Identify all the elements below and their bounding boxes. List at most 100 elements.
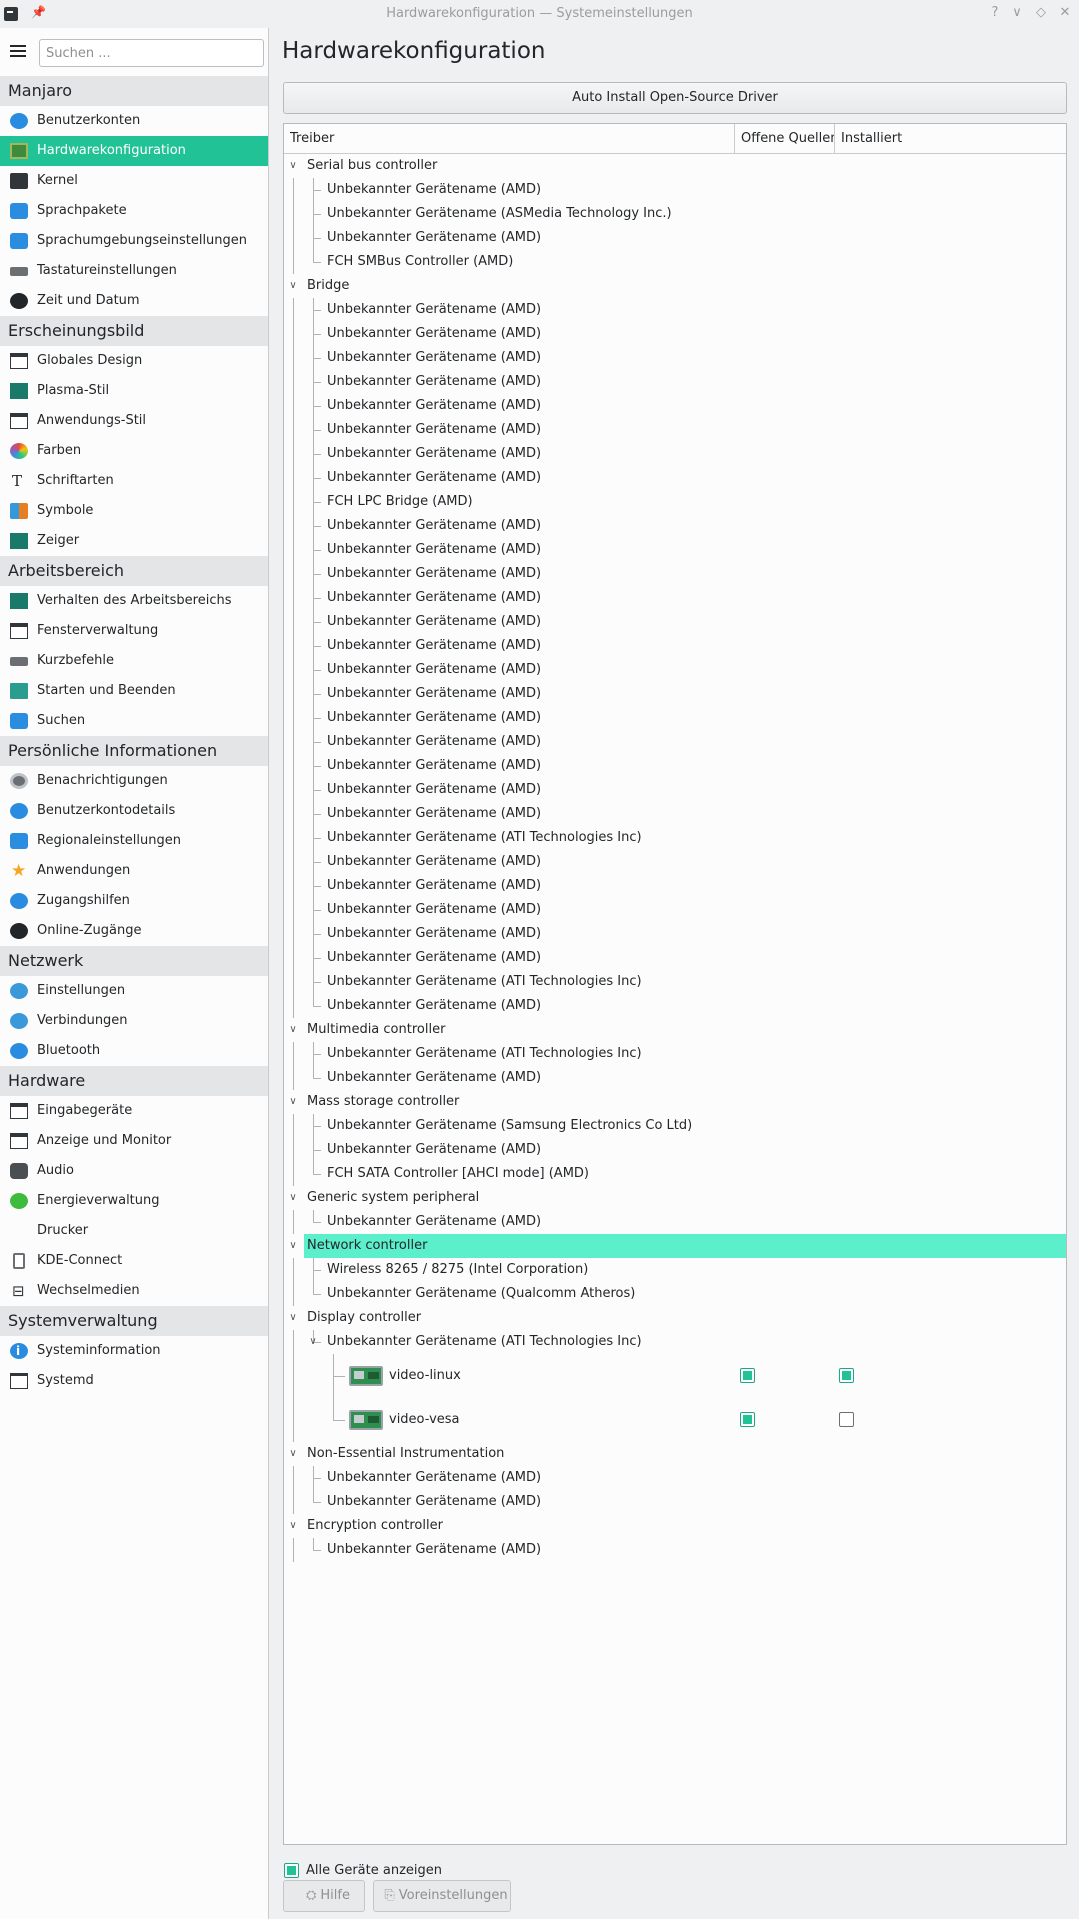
sidebar-item[interactable]: Audio bbox=[0, 1156, 268, 1186]
tree-device-row[interactable]: Unbekannter Gerätename (AMD) bbox=[284, 394, 1066, 418]
sidebar-item[interactable]: Verhalten des Arbeitsbereichs bbox=[0, 586, 268, 616]
tree-device-row[interactable]: Unbekannter Gerätename (AMD) bbox=[284, 634, 1066, 658]
tree-device-row[interactable]: Unbekannter Gerätename (AMD) bbox=[284, 1538, 1066, 1562]
expand-chevron-icon[interactable]: ∨ bbox=[287, 1018, 299, 1042]
sidebar-item[interactable]: Plasma-Stil bbox=[0, 376, 268, 406]
tree-device-row[interactable]: Unbekannter Gerätename (AMD) bbox=[284, 850, 1066, 874]
sidebar-item[interactable]: Suchen bbox=[0, 706, 268, 736]
tree-device-row[interactable]: FCH SMBus Controller (AMD) bbox=[284, 250, 1066, 274]
sidebar-item[interactable]: Zeit und Datum bbox=[0, 286, 268, 316]
tree-category-row[interactable]: ∨ Bridge bbox=[284, 274, 1066, 298]
sidebar-item[interactable]: Zugangshilfen bbox=[0, 886, 268, 916]
sidebar-item[interactable]: Anzeige und Monitor bbox=[0, 1126, 268, 1156]
sidebar-item[interactable]: Symbole bbox=[0, 496, 268, 526]
tree-category-row[interactable]: ∨ Multimedia controller bbox=[284, 1018, 1066, 1042]
tree-category-row[interactable]: ∨ Display controller bbox=[284, 1306, 1066, 1330]
sidebar-item[interactable]: Fensterverwaltung bbox=[0, 616, 268, 646]
sidebar-item[interactable]: Energieverwaltung bbox=[0, 1186, 268, 1216]
sidebar-item[interactable]: Einstellungen bbox=[0, 976, 268, 1006]
tree-device-row[interactable]: Unbekannter Gerätename (AMD) bbox=[284, 586, 1066, 610]
tree-device-row[interactable]: Unbekannter Gerätename (AMD) bbox=[284, 1490, 1066, 1514]
tree-device-row[interactable]: Unbekannter Gerätename (AMD) bbox=[284, 1066, 1066, 1090]
installed-checkbox[interactable] bbox=[839, 1412, 854, 1427]
tree-device-row[interactable]: Unbekannter Gerätename (AMD) bbox=[284, 538, 1066, 562]
tree-device-row[interactable]: Unbekannter Gerätename (AMD) bbox=[284, 658, 1066, 682]
tree-device-row[interactable]: Unbekannter Gerätename (AMD) bbox=[284, 346, 1066, 370]
tree-device-row[interactable]: Unbekannter Gerätename (ASMedia Technolo… bbox=[284, 202, 1066, 226]
tree-device-row[interactable]: FCH SATA Controller [AHCI mode] (AMD) bbox=[284, 1162, 1066, 1186]
tree-device-row[interactable]: Unbekannter Gerätename (AMD) bbox=[284, 610, 1066, 634]
column-header-installed[interactable]: Installiert bbox=[835, 124, 1066, 153]
tree-device-row[interactable]: Unbekannter Gerätename (AMD) bbox=[284, 1138, 1066, 1162]
installed-checkbox[interactable] bbox=[839, 1368, 854, 1383]
sidebar-item[interactable]: Systeminformation bbox=[0, 1336, 268, 1366]
tree-category-row[interactable]: ∨ Generic system peripheral bbox=[284, 1186, 1066, 1210]
sidebar-item[interactable]: Wechselmedien bbox=[0, 1276, 268, 1306]
tree-device-row[interactable]: Unbekannter Gerätename (Samsung Electron… bbox=[284, 1114, 1066, 1138]
tree-category-row[interactable]: ∨ Network controller bbox=[289, 1234, 1066, 1258]
expand-chevron-icon[interactable]: ∨ bbox=[287, 1186, 299, 1210]
sidebar-item[interactable]: Anwendungs-Stil bbox=[0, 406, 268, 436]
sidebar-item[interactable]: Kurzbefehle bbox=[0, 646, 268, 676]
tree-device-row[interactable]: Unbekannter Gerätename (AMD) bbox=[284, 802, 1066, 826]
tree-device-row[interactable]: Unbekannter Gerätename (AMD) bbox=[284, 706, 1066, 730]
hamburger-menu-icon[interactable] bbox=[10, 45, 26, 57]
tree-device-row[interactable]: Wireless 8265 / 8275 (Intel Corporation) bbox=[284, 1258, 1066, 1282]
column-header-driver[interactable]: Treiber bbox=[284, 124, 735, 153]
sidebar-item[interactable]: KDE-Connect bbox=[0, 1246, 268, 1276]
help-window-button[interactable]: ? bbox=[987, 5, 1003, 21]
tree-device-row[interactable]: Unbekannter Gerätename (AMD) bbox=[284, 1466, 1066, 1490]
sidebar-item[interactable]: Hardwarekonfiguration bbox=[0, 136, 268, 166]
sidebar-item[interactable]: Benutzerkontodetails bbox=[0, 796, 268, 826]
tree-device-row[interactable]: Unbekannter Gerätename (AMD) bbox=[284, 562, 1066, 586]
tree-device-row[interactable]: Unbekannter Gerätename (ATI Technologies… bbox=[284, 826, 1066, 850]
tree-device-row[interactable]: Unbekannter Gerätename (AMD) bbox=[284, 946, 1066, 970]
tree-device-row[interactable]: Unbekannter Gerätename (ATI Technologies… bbox=[284, 970, 1066, 994]
show-all-check[interactable] bbox=[284, 1863, 299, 1878]
tree-device-row[interactable]: Unbekannter Gerätename (AMD) bbox=[284, 778, 1066, 802]
tree-device-row[interactable]: Unbekannter Gerätename (AMD) bbox=[284, 226, 1066, 250]
tree-device-row[interactable]: Unbekannter Gerätename (AMD) bbox=[284, 322, 1066, 346]
tree-device-row[interactable]: Unbekannter Gerätename (AMD) bbox=[284, 730, 1066, 754]
sidebar-item[interactable]: Schriftarten bbox=[0, 466, 268, 496]
tree-category-row[interactable]: ∨ Serial bus controller bbox=[284, 154, 1066, 178]
maximize-button[interactable]: ◇ bbox=[1033, 5, 1049, 21]
sidebar-item[interactable]: Globales Design bbox=[0, 346, 268, 376]
tree-device-row[interactable]: Unbekannter Gerätename (AMD) bbox=[284, 370, 1066, 394]
tree-device-row[interactable]: Unbekannter Gerätename (AMD) bbox=[284, 442, 1066, 466]
sidebar-item[interactable]: Drucker bbox=[0, 1216, 268, 1246]
expand-chevron-icon[interactable]: ∨ bbox=[287, 1514, 299, 1538]
column-header-open-source[interactable]: Offene Quellen bbox=[735, 124, 835, 153]
tree-device-row[interactable]: Unbekannter Gerätename (AMD) bbox=[284, 874, 1066, 898]
tree-device-row[interactable]: Unbekannter Gerätename (AMD) bbox=[284, 898, 1066, 922]
help-button[interactable]: ⛭ Hilfe bbox=[283, 1880, 365, 1912]
expand-chevron-icon[interactable]: ∨ bbox=[287, 154, 299, 178]
sidebar-item[interactable]: Eingabegeräte bbox=[0, 1096, 268, 1126]
tree-device-row[interactable]: Unbekannter Gerätename (AMD) bbox=[284, 922, 1066, 946]
tree-device-row[interactable]: Unbekannter Gerätename (AMD) bbox=[284, 466, 1066, 490]
sidebar-item[interactable]: Bluetooth bbox=[0, 1036, 268, 1066]
tree-device-row[interactable]: ∨ Unbekannter Gerätename (ATI Technologie… bbox=[284, 1330, 1066, 1354]
sidebar-item[interactable]: Systemd bbox=[0, 1366, 268, 1396]
tree-device-row[interactable]: Unbekannter Gerätename (AMD) bbox=[284, 682, 1066, 706]
driver-row[interactable]: video-vesa bbox=[284, 1398, 1066, 1442]
tree-device-row[interactable]: Unbekannter Gerätename (AMD) bbox=[284, 754, 1066, 778]
close-button[interactable]: ✕ bbox=[1057, 5, 1073, 21]
sidebar-item[interactable]: Online-Zugänge bbox=[0, 916, 268, 946]
sidebar-item[interactable]: Sprachumgebungseinstellungen bbox=[0, 226, 268, 256]
auto-install-button[interactable]: Auto Install Open-Source Driver bbox=[283, 82, 1067, 114]
defaults-button[interactable]: ⎘ Voreinstellungen bbox=[373, 1880, 511, 1912]
sidebar-item[interactable]: Anwendungen bbox=[0, 856, 268, 886]
open-source-checkbox[interactable] bbox=[740, 1412, 755, 1427]
expand-chevron-icon[interactable]: ∨ bbox=[287, 1306, 299, 1330]
sidebar-item[interactable]: Verbindungen bbox=[0, 1006, 268, 1036]
minimize-button[interactable]: ∨ bbox=[1009, 5, 1025, 21]
sidebar-item[interactable]: Zeiger bbox=[0, 526, 268, 556]
sidebar-item[interactable]: Farben bbox=[0, 436, 268, 466]
tree-device-row[interactable]: Unbekannter Gerätename (AMD) bbox=[284, 514, 1066, 538]
tree-device-row[interactable]: Unbekannter Gerätename (AMD) bbox=[284, 298, 1066, 322]
driver-row[interactable]: video-linux bbox=[284, 1354, 1066, 1398]
tree-device-row[interactable]: Unbekannter Gerätename (ATI Technologies… bbox=[284, 1042, 1066, 1066]
tree-category-row[interactable]: ∨ Encryption controller bbox=[284, 1514, 1066, 1538]
sidebar-item[interactable]: Sprachpakete bbox=[0, 196, 268, 226]
